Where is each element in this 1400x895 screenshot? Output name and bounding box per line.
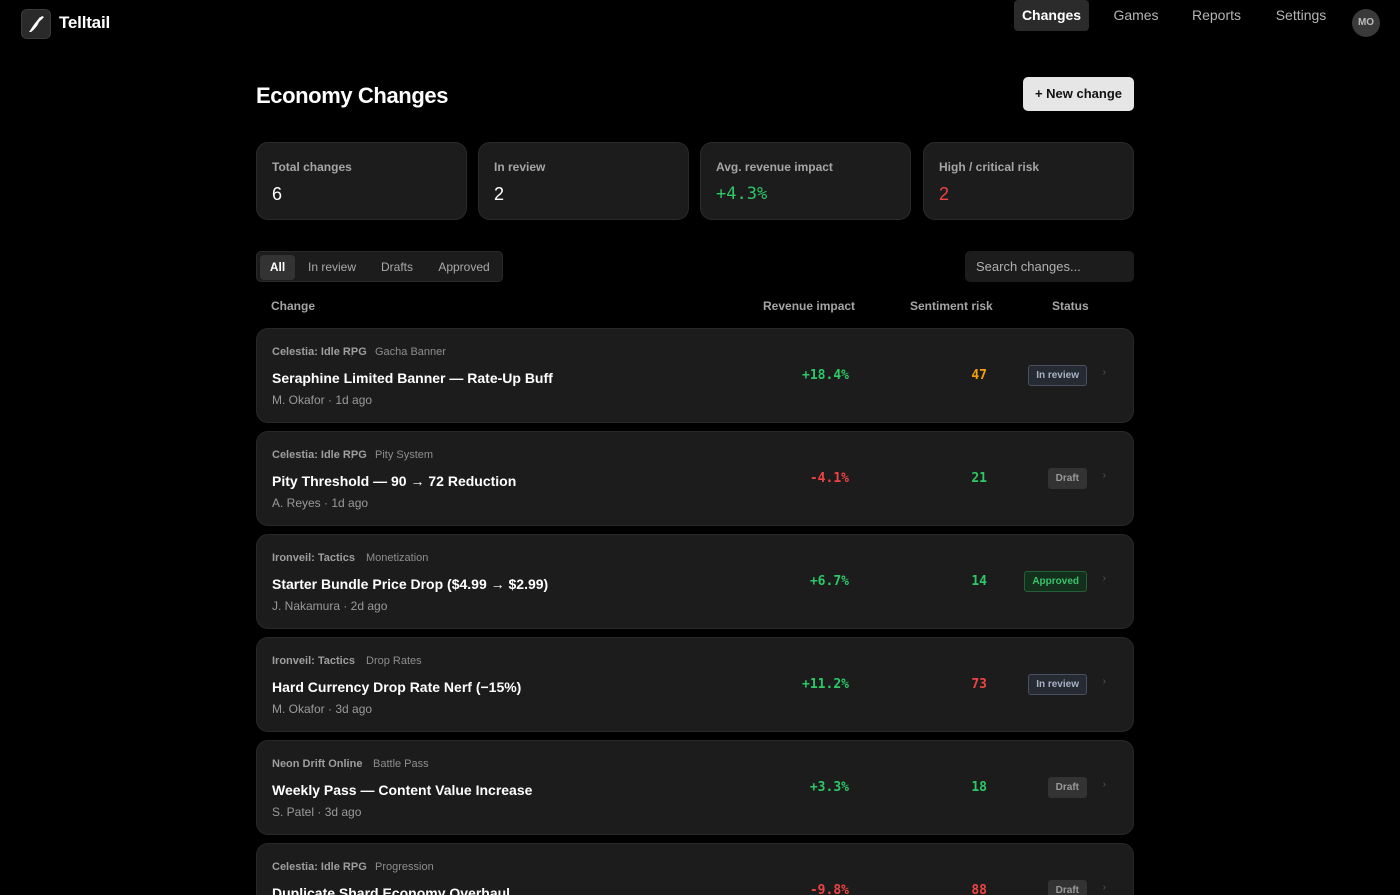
sentiment-risk-value: 73 — [971, 677, 987, 692]
category-label: Pity System — [375, 449, 434, 461]
stat-label: Avg. revenue impact — [716, 160, 833, 174]
revenue-impact-value: +18.4% — [802, 368, 849, 383]
column-header-sentiment-risk[interactable]: Sentiment risk — [910, 299, 993, 313]
column-header-change: Change — [271, 299, 316, 313]
top-nav-bar: Telltail Changes Games Reports Settings … — [0, 0, 1400, 46]
new-change-button[interactable]: + New change — [1023, 77, 1134, 111]
nav-item-settings[interactable]: Settings — [1267, 0, 1335, 31]
column-header-revenue-impact[interactable]: Revenue impact — [763, 299, 855, 313]
category-label: Gacha Banner — [375, 346, 446, 358]
revenue-impact-value: -9.8% — [809, 883, 849, 895]
stat-value: 6 — [272, 184, 283, 204]
sentiment-risk-value: 14 — [971, 574, 987, 589]
app-name[interactable]: Telltail — [59, 13, 110, 33]
change-title: Seraphine Limited Banner — Rate-Up Buff — [272, 370, 553, 386]
stat-card-in-review: In review 2 — [478, 142, 689, 220]
chevron-right-icon: › — [1102, 367, 1106, 378]
change-row[interactable]: Celestia: Idle RPG · Progression Duplica… — [256, 843, 1134, 895]
filter-tab-in-review[interactable]: In review — [302, 255, 362, 280]
stat-label: Total changes — [272, 160, 352, 174]
sentiment-risk-value: 88 — [971, 883, 987, 895]
separator-dot-icon: · — [350, 454, 353, 464]
status-badge: Approved — [1024, 571, 1087, 592]
stat-card-high-critical-risk: High / critical risk 2 — [923, 142, 1134, 220]
status-badge: Draft — [1047, 880, 1087, 895]
separator-dot-icon: · — [350, 351, 353, 361]
status-badge: Draft — [1047, 468, 1087, 489]
separator-dot-icon: · — [350, 866, 353, 876]
category-label: Monetization — [366, 552, 429, 564]
change-title: Hard Currency Drop Rate Nerf (−15%) — [272, 679, 522, 695]
change-title: Pity Threshold — 90 → 72 Reduction — [272, 473, 517, 489]
stat-value: +4.3% — [716, 184, 768, 204]
change-row[interactable]: Ironveil: Tactics · Drop Rates Hard Curr… — [256, 637, 1134, 732]
category-label: Progression — [375, 861, 434, 873]
filter-tabs: All In review Drafts Approved — [256, 251, 503, 282]
stat-label: High / critical risk — [939, 160, 1040, 174]
change-row[interactable]: Celestia: Idle RPG · Pity System Pity Th… — [256, 431, 1134, 526]
stat-card-total-changes: Total changes 6 — [256, 142, 467, 220]
filter-tab-all[interactable]: All — [260, 255, 295, 280]
revenue-impact-value: +6.7% — [809, 574, 849, 589]
change-title: Starter Bundle Price Drop ($4.99 → $2.99… — [272, 576, 549, 592]
telltail-logo-icon[interactable] — [21, 9, 51, 39]
sentiment-risk-value: 21 — [971, 471, 987, 486]
change-meta: J. Nakamura · 2d ago — [272, 599, 388, 613]
sentiment-risk-value: 18 — [971, 780, 987, 795]
change-title: Weekly Pass — Content Value Increase — [272, 782, 533, 798]
nav-item-games[interactable]: Games — [1105, 0, 1167, 31]
column-header-status[interactable]: Status — [1052, 299, 1089, 313]
filter-tab-drafts[interactable]: Drafts — [372, 255, 422, 280]
revenue-impact-value: +3.3% — [809, 780, 849, 795]
sentiment-risk-value: 47 — [971, 368, 987, 383]
stat-card-avg-revenue-impact: Avg. revenue impact +4.3% — [700, 142, 911, 220]
nav-item-reports[interactable]: Reports — [1185, 0, 1248, 31]
filter-tab-approved[interactable]: Approved — [432, 255, 496, 280]
search-input[interactable] — [965, 251, 1134, 282]
revenue-impact-value: -4.1% — [809, 471, 849, 486]
chevron-right-icon: › — [1102, 882, 1106, 893]
revenue-impact-value: +11.2% — [802, 677, 849, 692]
change-meta: A. Reyes · 1d ago — [272, 496, 369, 510]
status-badge: Draft — [1047, 777, 1087, 798]
category-label: Drop Rates — [366, 655, 422, 667]
change-row[interactable]: Ironveil: Tactics · Monetization Starter… — [256, 534, 1134, 629]
stat-value: 2 — [939, 184, 950, 204]
page-title: Economy Changes — [256, 83, 449, 108]
separator-dot-icon: · — [341, 557, 344, 567]
category-label: Battle Pass — [373, 758, 429, 770]
change-meta: M. Okafor · 3d ago — [272, 702, 373, 716]
stat-value: 2 — [494, 184, 505, 204]
change-meta: M. Okafor · 1d ago — [272, 393, 373, 407]
separator-dot-icon: · — [341, 660, 344, 670]
status-badge: In review — [1028, 365, 1087, 386]
chevron-right-icon: › — [1102, 779, 1106, 790]
stat-label: In review — [494, 160, 546, 174]
nav-item-changes[interactable]: Changes — [1014, 0, 1089, 31]
chevron-right-icon: › — [1102, 676, 1106, 687]
separator-dot-icon: · — [349, 763, 352, 773]
chevron-right-icon: › — [1102, 470, 1106, 481]
chevron-right-icon: › — [1102, 573, 1106, 584]
status-badge: In review — [1028, 674, 1087, 695]
change-row[interactable]: Celestia: Idle RPG · Gacha Banner Seraph… — [256, 328, 1134, 423]
change-title: Duplicate Shard Economy Overhaul — [272, 885, 511, 895]
user-avatar[interactable]: MO — [1352, 9, 1380, 37]
change-row[interactable]: Neon Drift Online · Battle Pass Weekly P… — [256, 740, 1134, 835]
change-meta: S. Patel · 3d ago — [272, 805, 362, 819]
